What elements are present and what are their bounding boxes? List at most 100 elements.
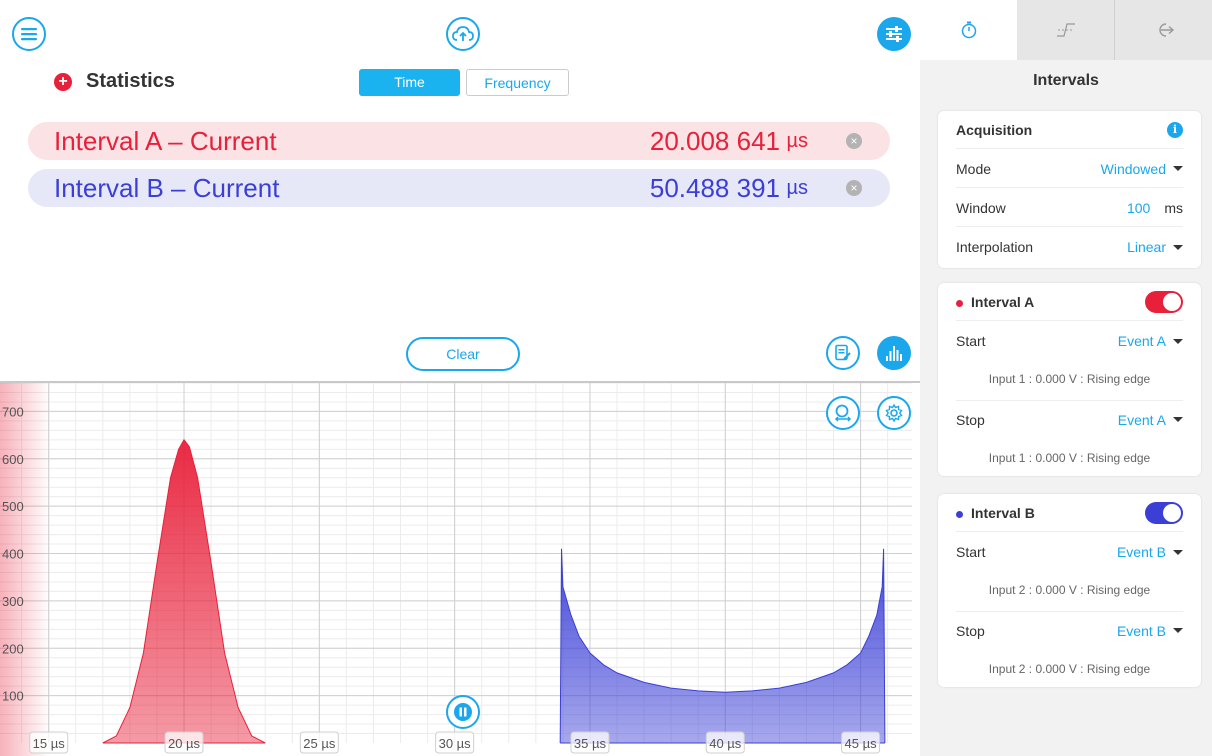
- start-value: Event A: [1117, 333, 1166, 349]
- add-statistic-icon[interactable]: +: [54, 72, 72, 91]
- mode-dropdown[interactable]: Windowed: [1101, 161, 1183, 177]
- clear-button[interactable]: Clear: [406, 337, 520, 371]
- remove-stat-button[interactable]: ×: [846, 133, 862, 149]
- interval-a-label: Interval A: [971, 293, 1035, 310]
- stop-description: Input 2 : 0.000 V : Rising edge: [988, 662, 1151, 676]
- stat-name: Interval B – Current: [54, 172, 280, 203]
- acquisition-label: Acquisition: [956, 121, 1033, 138]
- start-label: Start: [956, 333, 986, 349]
- start-value: Event B: [1116, 544, 1166, 560]
- window-field[interactable]: 100 ms: [1127, 200, 1183, 216]
- y-tick-label: 300: [2, 594, 24, 609]
- stat-name: Interval A – Current: [54, 125, 277, 156]
- stop-value: Event B: [1116, 622, 1166, 639]
- y-tick-label: 700: [2, 404, 24, 419]
- y-tick-label: 500: [2, 499, 24, 514]
- stat-unit: µs: [786, 130, 808, 152]
- cloud-upload-icon: [452, 26, 474, 41]
- stat-row-interval-b: Interval B – Current 50.488 391 µs ×: [28, 169, 890, 207]
- statistics-header: + Statistics: [54, 70, 175, 93]
- tab-time[interactable]: Time: [359, 69, 460, 96]
- x-tick-label: 25 µs: [303, 736, 336, 751]
- stat-unit: µs: [786, 177, 808, 199]
- edge-icon: [1056, 23, 1075, 37]
- mode-value: Windowed: [1100, 160, 1166, 177]
- settings-sliders-button[interactable]: [877, 17, 911, 51]
- tab-intervals[interactable]: [920, 0, 1017, 60]
- chart-settings-button[interactable]: [877, 396, 911, 430]
- interval-b-label: Interval B: [971, 504, 1035, 521]
- x-tick-label: 30 µs: [439, 736, 472, 751]
- x-tick-label: 35 µs: [574, 736, 607, 751]
- histogram-icon: [886, 346, 902, 361]
- tab-frequency[interactable]: Frequency: [466, 69, 569, 96]
- x-tick-label: 45 µs: [845, 736, 878, 751]
- caret-down-icon: [1173, 549, 1183, 555]
- stop-description: Input 1 : 0.000 V : Rising edge: [988, 451, 1151, 465]
- interval-a-card: Interval A Start Event A Input 1 : 0.000…: [938, 283, 1201, 476]
- gear-icon: [885, 403, 903, 423]
- interval-a-toggle[interactable]: [1145, 290, 1183, 313]
- x-tick-label: 20 µs: [168, 736, 201, 751]
- stop-dropdown[interactable]: Event B: [1117, 623, 1183, 639]
- window-value: 100: [1126, 199, 1151, 216]
- stat-value: 50.488 391: [649, 172, 780, 203]
- start-dropdown[interactable]: Event B: [1117, 544, 1183, 560]
- pause-button[interactable]: [446, 695, 480, 729]
- start-description: Input 1 : 0.000 V : Rising edge: [988, 372, 1151, 386]
- y-tick-label: 200: [2, 641, 24, 656]
- interval-b-card: Interval B Start Event B Input 2 : 0.000…: [938, 494, 1201, 687]
- report-button[interactable]: [826, 336, 860, 370]
- series-area-1: [559, 548, 886, 744]
- y-tick-label: 100: [2, 689, 24, 704]
- sliders-icon: [886, 26, 902, 42]
- info-icon[interactable]: i: [1167, 121, 1183, 138]
- statistics-area: + Statistics Time Frequency Interval A –…: [0, 0, 920, 380]
- tab-export[interactable]: [1114, 0, 1212, 60]
- side-tabs: [920, 0, 1212, 60]
- window-label: Window: [956, 199, 1006, 216]
- stopwatch-icon: [961, 21, 976, 39]
- stop-dropdown[interactable]: Event A: [1118, 412, 1183, 428]
- x-tick-label: 40 µs: [709, 736, 742, 751]
- histogram-button[interactable]: [877, 336, 911, 370]
- upload-button[interactable]: [446, 17, 480, 51]
- start-description: Input 2 : 0.000 V : Rising edge: [988, 583, 1151, 597]
- interval-a-dot: [956, 299, 963, 307]
- y-tick-label: 600: [2, 452, 24, 467]
- zoom-button[interactable]: [826, 396, 860, 430]
- statistics-title: Statistics: [86, 70, 175, 92]
- caret-down-icon: [1173, 244, 1183, 250]
- menu-button[interactable]: [12, 17, 46, 51]
- remove-stat-button[interactable]: ×: [846, 180, 862, 196]
- start-dropdown[interactable]: Event A: [1118, 333, 1183, 349]
- tab-edges[interactable]: [1017, 0, 1114, 60]
- app-root: + Statistics Time Frequency Interval A –…: [0, 0, 1212, 756]
- y-tick-label: 400: [2, 547, 24, 562]
- mode-tabs: Time Frequency: [359, 69, 569, 96]
- pause-icon: [454, 703, 472, 721]
- interval-b-toggle[interactable]: [1145, 501, 1183, 524]
- start-label: Start: [956, 544, 986, 560]
- interpolation-label: Interpolation: [956, 239, 1034, 255]
- caret-down-icon: [1173, 417, 1183, 422]
- caret-down-icon: [1173, 628, 1183, 633]
- panel-title: Intervals: [1033, 72, 1099, 89]
- report-edit-icon: [835, 344, 851, 361]
- stop-label: Stop: [956, 411, 985, 428]
- zoom-icon: [834, 404, 852, 422]
- caret-down-icon: [1173, 338, 1183, 344]
- menu-icon: [21, 28, 37, 41]
- stat-value: 20.008 641: [649, 125, 780, 156]
- interval-b-dot: [956, 510, 963, 518]
- window-unit: ms: [1164, 199, 1183, 216]
- side-panel: Intervals Acquisition i Mode Windowed Wi…: [920, 0, 1212, 756]
- x-tick-label: 15 µs: [33, 736, 66, 751]
- caret-down-icon: [1173, 166, 1183, 171]
- export-icon: [1158, 23, 1174, 37]
- interpolation-value: Linear: [1127, 239, 1166, 255]
- stop-label: Stop: [956, 622, 985, 639]
- histogram-chart[interactable]: 100 200 300 400 500 600 700 15 µs 20 µs 25 µs 30 µ…: [0, 383, 920, 756]
- acquisition-card: Acquisition i Mode Windowed Window 100 m…: [938, 111, 1201, 268]
- interpolation-dropdown[interactable]: Linear: [1127, 239, 1183, 255]
